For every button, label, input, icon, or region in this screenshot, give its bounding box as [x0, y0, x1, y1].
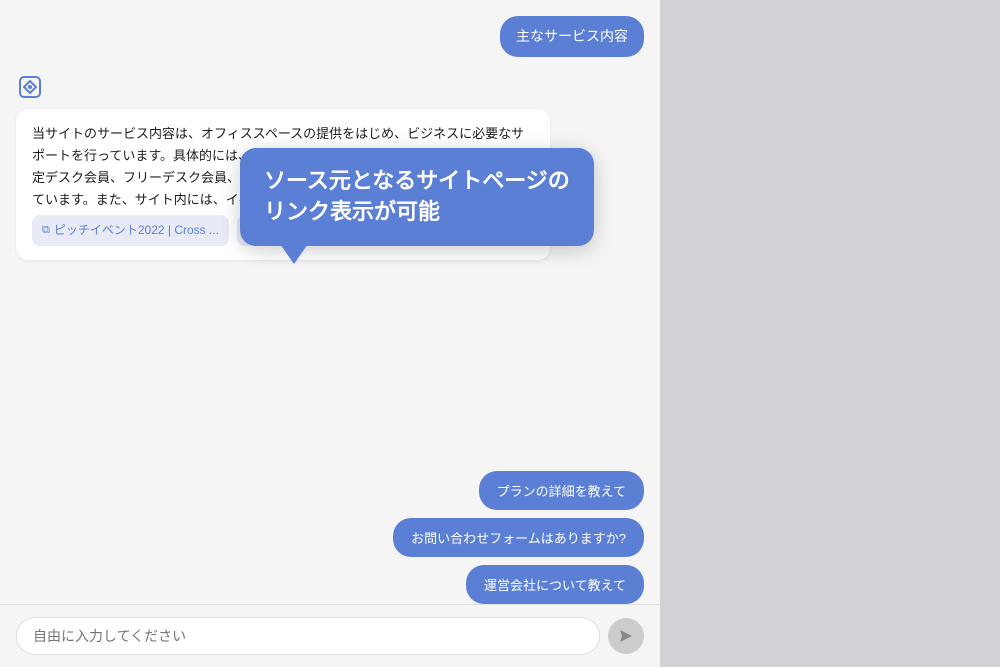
- send-button[interactable]: [608, 618, 644, 654]
- source-link-label-1: ピッチイベント2022 | Cross ...: [54, 220, 219, 240]
- tooltip-line2: リンク表示が可能: [264, 197, 570, 228]
- source-link-icon-1: ⧉: [42, 221, 50, 240]
- quick-reply-1[interactable]: プランの詳細を教えて: [479, 471, 644, 510]
- input-area: [0, 604, 660, 667]
- quick-reply-3[interactable]: 運営会社について教えて: [466, 565, 644, 604]
- chat-input[interactable]: [16, 617, 600, 655]
- bot-icon: [16, 73, 44, 101]
- send-icon: [618, 628, 634, 644]
- source-link-1[interactable]: ⧉ ピッチイベント2022 | Cross ...: [32, 215, 229, 245]
- quick-replies: プランの詳細を教えて お問い合わせフォームはありますか? 運営会社について教えて: [0, 471, 660, 604]
- quick-reply-2[interactable]: お問い合わせフォームはありますか?: [393, 518, 644, 557]
- chat-panel: 主なサービス内容 当サイトのサービス内容は、オフィススペースの提供をはじめ、ビジ…: [0, 0, 660, 667]
- tooltip-callout: ソース元となるサイトページの リンク表示が可能: [240, 148, 594, 246]
- tooltip-line1: ソース元となるサイトページの: [264, 166, 570, 197]
- right-panel: [660, 0, 1000, 667]
- user-message-1: 主なサービス内容: [16, 16, 644, 57]
- user-bubble-1: 主なサービス内容: [500, 16, 644, 57]
